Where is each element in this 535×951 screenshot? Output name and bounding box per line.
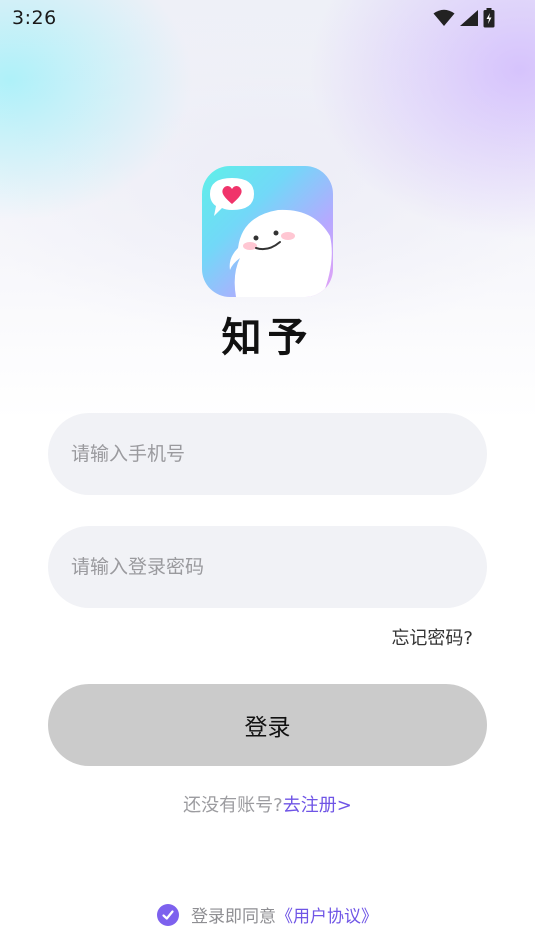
app-name: 知予: [221, 314, 314, 361]
agreement-row: 登录即同意 《用户协议》: [0, 902, 535, 927]
battery-charging-icon: [483, 8, 495, 32]
status-bar: 3:26: [0, 0, 535, 36]
check-icon: [162, 909, 174, 920]
phone-field-container: [48, 413, 487, 495]
agreement-text: 登录即同意: [191, 907, 276, 927]
user-agreement-link[interactable]: 《用户协议》: [276, 902, 378, 927]
signal-icon: [459, 9, 479, 31]
login-button[interactable]: 登录: [48, 684, 487, 766]
register-link[interactable]: 去注册>: [283, 795, 352, 816]
status-time: 3:26: [12, 7, 57, 29]
wifi-icon: [433, 9, 455, 31]
phone-input[interactable]: [48, 413, 487, 495]
app-logo-icon: [202, 166, 333, 297]
agreement-checkbox[interactable]: [157, 903, 179, 926]
forgot-password-link[interactable]: 忘记密码?: [391, 624, 473, 650]
password-input[interactable]: [48, 526, 487, 608]
register-prompt: 还没有账号?: [183, 795, 283, 816]
register-row: 还没有账号?去注册>: [0, 791, 535, 817]
password-field-container: [48, 526, 487, 608]
status-icons: [433, 8, 495, 32]
login-button-label: 登录: [244, 715, 291, 741]
